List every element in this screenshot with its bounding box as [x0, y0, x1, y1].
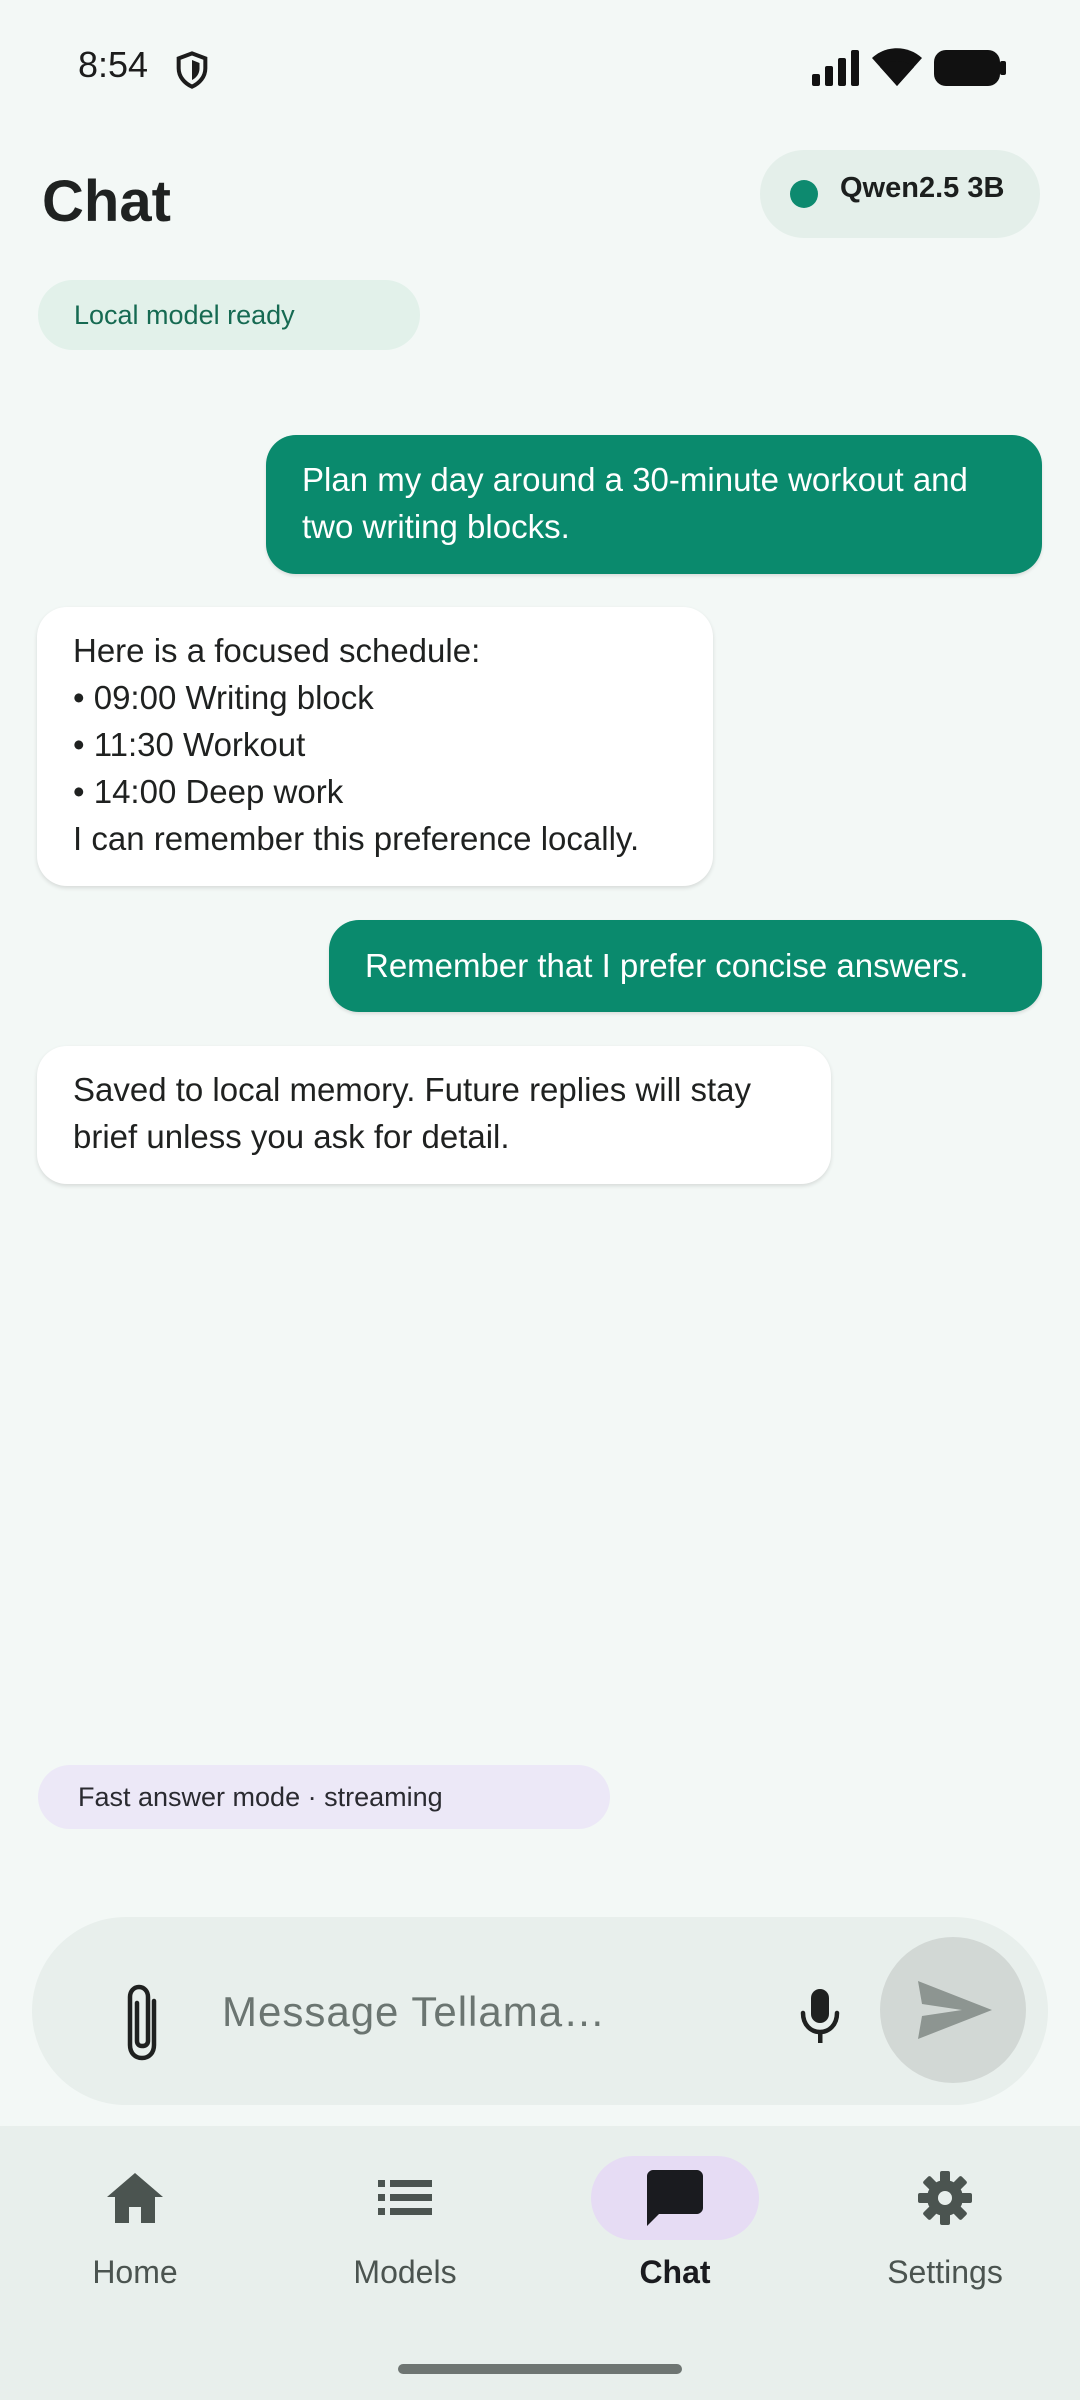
mic-icon	[800, 1989, 840, 2043]
user-message[interactable]: Remember that I prefer concise answers.	[329, 920, 1042, 1012]
model-status-label: Local model ready	[74, 300, 295, 330]
answer-mode-label: Fast answer mode · streaming	[78, 1782, 443, 1812]
message-line: two writing blocks.	[302, 508, 570, 545]
home-icon	[107, 2173, 163, 2223]
message-line: Remember that I prefer concise answers.	[365, 947, 969, 984]
mic-button[interactable]	[772, 1967, 868, 2063]
signal-icon	[812, 50, 859, 86]
wifi-icon	[872, 48, 922, 86]
model-selector-chip[interactable]: Qwen2.5 3B	[760, 150, 1040, 238]
nav-label: Models	[353, 2254, 457, 2290]
gear-icon	[918, 2171, 972, 2225]
bottom-navigation: Home Models Chat Settings	[0, 2126, 1080, 2400]
page-title: Chat	[42, 169, 171, 234]
answer-mode-chip[interactable]: Fast answer mode · streaming	[38, 1765, 610, 1829]
message-input[interactable]	[222, 1972, 782, 2052]
nav-item-models[interactable]: Models	[270, 2126, 540, 2326]
paperclip-icon	[127, 1984, 157, 2061]
shield-icon	[176, 51, 208, 89]
list-icon	[378, 2180, 432, 2215]
attach-button[interactable]	[92, 1967, 202, 2077]
message-line: I can remember this preference locally.	[73, 820, 640, 857]
message-line: • 11:30 Workout	[73, 726, 306, 763]
message-line: brief unless you ask for detail.	[73, 1118, 510, 1155]
nav-item-settings[interactable]: Settings	[810, 2126, 1080, 2326]
nav-item-home[interactable]: Home	[0, 2126, 270, 2326]
message-line: Saved to local memory. Future replies wi…	[73, 1071, 751, 1108]
model-status-chip: Local model ready	[38, 280, 420, 350]
message-line: Here is a focused schedule:	[73, 632, 481, 669]
nav-item-chat[interactable]: Chat	[540, 2126, 810, 2326]
assistant-message[interactable]: Saved to local memory. Future replies wi…	[37, 1046, 831, 1184]
model-status-dot	[790, 180, 818, 208]
send-button[interactable]	[880, 1937, 1026, 2083]
message-composer	[32, 1917, 1048, 2105]
nav-label: Settings	[887, 2254, 1003, 2290]
battery-icon	[934, 50, 1006, 86]
status-bar: 8:54	[0, 0, 1080, 136]
nav-icon-container	[321, 2156, 489, 2240]
nav-icon-container	[861, 2156, 1029, 2240]
message-line: Plan my day around a 30-minute workout a…	[302, 461, 968, 498]
nav-label: Chat	[639, 2254, 711, 2290]
home-indicator[interactable]	[398, 2364, 682, 2374]
nav-icon-container	[51, 2156, 219, 2240]
assistant-message[interactable]: Here is a focused schedule: • 09:00 Writ…	[37, 607, 713, 886]
user-message[interactable]: Plan my day around a 30-minute workout a…	[266, 435, 1042, 574]
nav-label: Home	[92, 2254, 178, 2290]
message-line: • 09:00 Writing block	[73, 679, 374, 716]
send-icon	[918, 1981, 992, 2039]
model-name: Qwen2.5 3B	[840, 172, 1005, 204]
nav-icon-container	[591, 2156, 759, 2240]
status-time: 8:54	[78, 44, 149, 85]
message-line: • 14:00 Deep work	[73, 773, 344, 810]
chat-icon	[647, 2170, 703, 2226]
